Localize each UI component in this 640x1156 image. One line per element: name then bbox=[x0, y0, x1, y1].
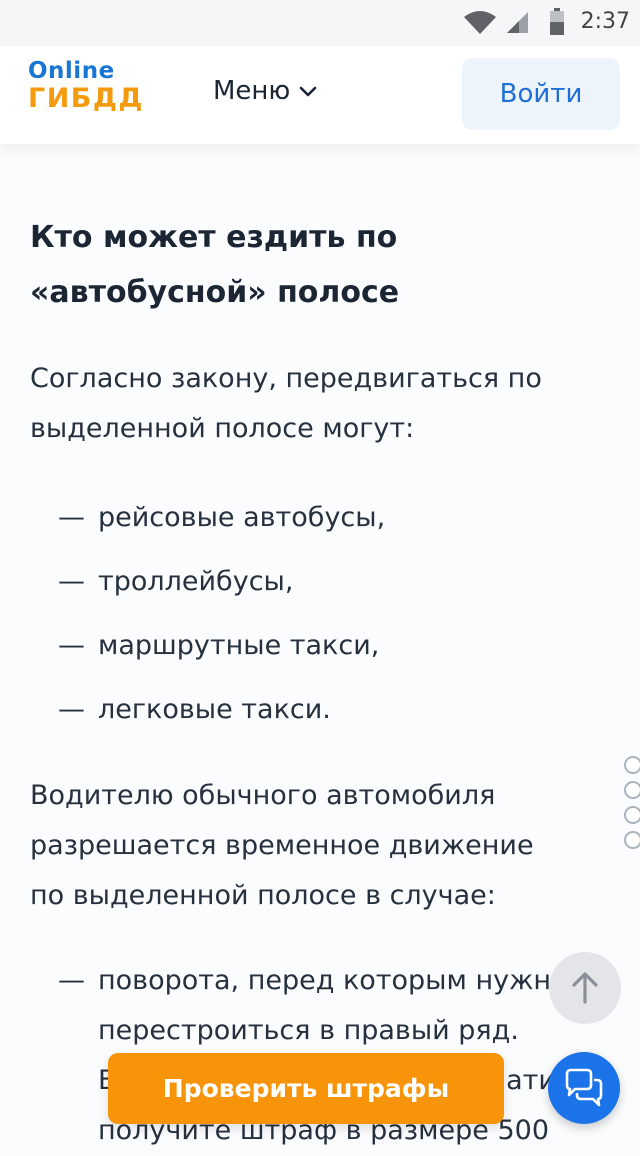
paragraph-line: Согласно закону, передвигаться по bbox=[30, 363, 542, 394]
article-content: Кто может ездить по «автобусной» полосе … bbox=[30, 210, 610, 1156]
page-dot[interactable] bbox=[624, 756, 640, 774]
arrow-up-icon bbox=[572, 972, 598, 1004]
menu-toggle[interactable]: Меню bbox=[213, 76, 318, 106]
page-dots bbox=[624, 756, 640, 856]
page-dot[interactable] bbox=[624, 806, 640, 824]
list-dash: — bbox=[58, 965, 85, 996]
allowed-vehicles-list: — рейсовые автобусы, — троллейбусы, — маршр… bbox=[30, 493, 610, 735]
check-fines-button[interactable]: Проверить штрафы bbox=[108, 1053, 504, 1124]
list-item: — троллейбусы, bbox=[30, 557, 610, 607]
list-item-text: рейсовые автобусы, bbox=[98, 502, 386, 533]
battery-icon bbox=[550, 8, 564, 35]
paragraph-line: разрешается временное движение bbox=[30, 830, 534, 861]
list-dash: — bbox=[58, 566, 85, 597]
list-item-text: троллейбусы, bbox=[98, 566, 294, 597]
list-item-text: поворота, перед которым нужно bbox=[98, 965, 568, 996]
heading-line: «автобусной» полосе bbox=[30, 275, 400, 310]
chat-button[interactable] bbox=[548, 1052, 620, 1124]
page-dot[interactable] bbox=[624, 831, 640, 849]
signal-icon bbox=[507, 12, 528, 33]
site-header: Online ГИБДД Меню Войти bbox=[0, 46, 640, 144]
logo-text-top: Online bbox=[28, 58, 115, 84]
heading-line: Кто может ездить по bbox=[30, 220, 398, 255]
site-logo[interactable]: Online ГИБДД bbox=[28, 58, 144, 114]
list-item: — легковые такси. bbox=[30, 685, 610, 735]
page-dot[interactable] bbox=[624, 781, 640, 799]
list-dash: — bbox=[58, 694, 85, 725]
paragraph-exceptions: Водителю обычного автомобиля разрешается… bbox=[30, 771, 610, 921]
list-item-text: маршрутные такси, bbox=[98, 630, 380, 661]
list-item-text: перестроиться в правый ряд. bbox=[98, 1015, 519, 1046]
status-bar: 2:37 bbox=[0, 0, 640, 46]
list-item: — маршрутные такси, bbox=[30, 621, 610, 671]
wifi-icon bbox=[464, 11, 496, 34]
section-heading: Кто может ездить по «автобусной» полосе bbox=[30, 210, 610, 320]
list-dash: — bbox=[58, 502, 85, 533]
chevron-down-icon bbox=[300, 86, 317, 97]
paragraph-line: Водителю обычного автомобиля bbox=[30, 780, 496, 811]
status-time: 2:37 bbox=[580, 9, 630, 34]
list-item-text: легковые такси. bbox=[98, 694, 331, 725]
menu-label: Меню bbox=[213, 76, 291, 106]
logo-text-bottom: ГИБДД bbox=[28, 83, 144, 114]
paragraph-line: выделенной полосе могут: bbox=[30, 413, 415, 444]
paragraph-intro: Согласно закону, передвигаться по выделе… bbox=[30, 354, 610, 454]
list-item: — рейсовые автобусы, bbox=[30, 493, 610, 543]
scroll-to-top-button[interactable] bbox=[549, 952, 621, 1024]
login-button[interactable]: Войти bbox=[462, 58, 620, 130]
chat-bubbles-icon bbox=[565, 1068, 603, 1107]
list-dash: — bbox=[58, 630, 85, 661]
paragraph-line: по выделенной полосе в случае: bbox=[30, 880, 496, 911]
